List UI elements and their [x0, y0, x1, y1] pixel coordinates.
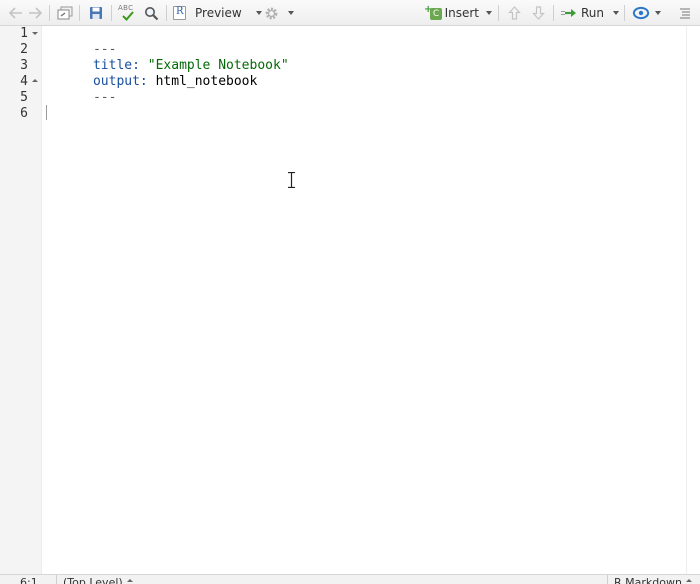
insert-label: Insert [444, 6, 479, 20]
code-editor[interactable]: 1 2 3 4 5 6 --- title: "Example Notebook… [0, 26, 700, 574]
text-cursor [46, 105, 47, 120]
line-number: 2 [20, 42, 28, 57]
spellcheck-icon: ABC [117, 4, 137, 22]
status-separator [56, 575, 57, 584]
editor-scrollbar[interactable] [686, 26, 700, 574]
toolbar-separator [498, 5, 499, 21]
chevron-down-icon [486, 11, 492, 15]
cursor-position: 6:1 [20, 576, 38, 584]
go-forward-button[interactable] [27, 4, 43, 22]
fold-toggle-icon[interactable] [32, 79, 38, 82]
code-line: --- [46, 74, 116, 105]
next-chunk-button[interactable] [529, 4, 547, 22]
run-arrow-icon [561, 9, 576, 17]
run-button[interactable]: Run [560, 4, 620, 22]
fold-toggle-icon[interactable] [32, 32, 38, 35]
document-mode-selector[interactable]: R Markdown [614, 576, 692, 584]
go-back-button[interactable] [8, 4, 24, 22]
scope-selector[interactable]: (Top Level) [63, 576, 133, 584]
chevron-down-icon [613, 11, 620, 15]
line-number: 1 [20, 26, 28, 41]
gear-icon [265, 7, 278, 19]
outline-lines-icon [680, 8, 690, 19]
r-badge-text: R [176, 6, 184, 17]
chevron-down-icon [655, 11, 661, 15]
forward-arrow-icon [29, 7, 43, 19]
insert-chunk-button[interactable]: + C Insert [424, 4, 492, 22]
find-replace-button[interactable] [142, 4, 160, 22]
up-down-arrows-icon [685, 578, 692, 584]
show-in-new-window-button[interactable] [56, 4, 74, 22]
scope-label: (Top Level) [63, 576, 123, 584]
rmarkdown-icon: R [173, 6, 186, 20]
editor-status-bar: 6:1 (Top Level) R Markdown [0, 574, 700, 584]
yaml-value: html_notebook [155, 74, 258, 89]
chevron-down-icon [288, 11, 294, 15]
mode-label: R Markdown [614, 576, 682, 584]
previous-chunk-button[interactable] [505, 4, 523, 22]
toolbar-separator [111, 5, 112, 21]
editor-toolbar: ABC R Preview + C Insert Run [0, 0, 700, 26]
document-outline-button[interactable] [676, 4, 694, 22]
line-number: 6 [20, 106, 28, 121]
chevron-down-icon [255, 11, 262, 15]
c-badge-text: C [430, 8, 442, 20]
editor-options-button[interactable] [264, 4, 296, 22]
code-line: --- [46, 26, 116, 57]
toolbar-separator [79, 5, 80, 21]
status-separator [607, 575, 608, 584]
code-line: title: "Example Notebook" [46, 42, 289, 73]
code-line: output: html_notebook [46, 58, 257, 89]
checkmark-icon [122, 11, 134, 21]
new-window-icon [57, 6, 73, 20]
line-number: 5 [20, 90, 28, 105]
toolbar-separator [624, 5, 625, 21]
line-number: 4 [20, 74, 28, 89]
arrow-down-icon [531, 6, 545, 20]
search-icon [144, 6, 158, 20]
preview-label: Preview [195, 6, 242, 20]
yaml-delimiter: --- [92, 90, 117, 105]
run-label: Run [581, 6, 605, 20]
spellcheck-button[interactable]: ABC [117, 4, 137, 22]
up-down-arrows-icon [126, 578, 133, 584]
rstudio-source-editor: ABC R Preview + C Insert Run 1 2 3 4 5 6… [0, 0, 700, 584]
publish-button[interactable] [632, 4, 664, 22]
save-button[interactable] [87, 4, 105, 22]
save-icon [90, 7, 102, 19]
insert-chunk-icon: + C [424, 5, 442, 21]
line-number-gutter: 1 2 3 4 5 6 [0, 26, 42, 574]
preview-button[interactable]: R Preview [173, 4, 263, 22]
line-number: 3 [20, 58, 28, 73]
back-arrow-icon [8, 7, 22, 19]
ibeam-cursor-icon [288, 172, 295, 188]
toolbar-separator [166, 5, 167, 21]
arrow-up-icon [507, 6, 521, 20]
toolbar-separator [553, 5, 554, 21]
toolbar-separator [49, 5, 50, 21]
publish-icon [632, 6, 650, 20]
